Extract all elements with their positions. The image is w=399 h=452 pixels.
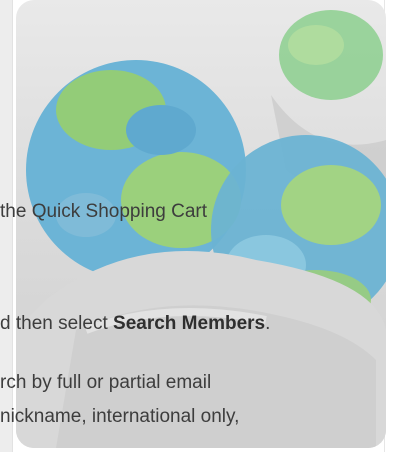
search-members-label: Search Members (113, 313, 266, 334)
text-line-2-prefix: d then select (0, 313, 114, 334)
text-line-2-suffix: . (265, 313, 271, 334)
text-line-3: rch by full or partial email (0, 372, 212, 393)
text-line-4: nickname, international only, (0, 406, 240, 427)
text-line-2: d then select Search Members. (0, 312, 395, 336)
text-line-1: the Quick Shopping Cart (0, 201, 208, 222)
